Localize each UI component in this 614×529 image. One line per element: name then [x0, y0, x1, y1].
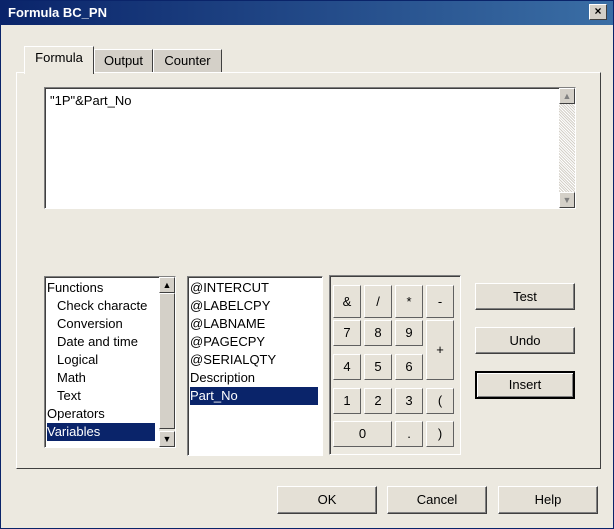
scroll-up-icon[interactable]: ▲: [159, 277, 175, 293]
list-item[interactable]: Functions: [47, 279, 103, 297]
formula-scrollbar[interactable]: ▲ ▼: [559, 88, 575, 208]
formula-dialog: Formula BC_PN × Formula Output Counter "…: [0, 0, 614, 529]
scroll-down-icon[interactable]: ▼: [559, 192, 575, 208]
window-title: Formula BC_PN: [8, 5, 107, 20]
key-plus[interactable]: +: [426, 320, 454, 380]
ok-button[interactable]: OK: [277, 486, 377, 514]
key-1[interactable]: 1: [333, 388, 361, 414]
list-item[interactable]: Date and time: [57, 333, 138, 351]
key-decimal[interactable]: .: [395, 421, 423, 447]
list-item[interactable]: Operators: [47, 405, 105, 423]
formula-text: "1P"&Part_No: [50, 93, 132, 108]
formula-editor[interactable]: "1P"&Part_No ▲ ▼: [44, 87, 576, 209]
key-9[interactable]: 9: [395, 320, 423, 346]
key-8[interactable]: 8: [364, 320, 392, 346]
list-item[interactable]: Logical: [57, 351, 98, 369]
key-open-paren[interactable]: (: [426, 388, 454, 414]
list-item-selected[interactable]: Part_No: [190, 387, 318, 405]
key-minus[interactable]: -: [426, 285, 454, 318]
help-button[interactable]: Help: [498, 486, 598, 514]
title-bar[interactable]: Formula BC_PN ×: [1, 1, 613, 25]
key-divide[interactable]: /: [364, 285, 392, 318]
key-7[interactable]: 7: [333, 320, 361, 346]
tab-output[interactable]: Output: [94, 49, 153, 74]
list-item[interactable]: @LABELCPY: [190, 297, 270, 315]
key-multiply[interactable]: *: [395, 285, 423, 318]
undo-button[interactable]: Undo: [475, 327, 575, 354]
list-item[interactable]: @SERIALQTY: [190, 351, 276, 369]
key-6[interactable]: 6: [395, 354, 423, 380]
list-item[interactable]: Conversion: [57, 315, 123, 333]
tab-counter[interactable]: Counter: [153, 49, 222, 74]
key-ampersand[interactable]: &: [333, 285, 361, 318]
list-item[interactable]: @INTERCUT: [190, 279, 269, 297]
key-5[interactable]: 5: [364, 354, 392, 380]
key-2[interactable]: 2: [364, 388, 392, 414]
list-item[interactable]: Math: [57, 369, 86, 387]
scroll-down-icon[interactable]: ▼: [159, 431, 175, 447]
insert-button[interactable]: Insert: [475, 371, 575, 399]
list-item[interactable]: Text: [57, 387, 81, 405]
close-button[interactable]: ×: [589, 4, 607, 20]
list-item[interactable]: Check characte: [57, 297, 147, 315]
scroll-thumb[interactable]: [159, 293, 175, 429]
key-4[interactable]: 4: [333, 354, 361, 380]
list-item-selected[interactable]: Variables: [47, 423, 155, 441]
cancel-button[interactable]: Cancel: [387, 486, 487, 514]
list-item[interactable]: @LABNAME: [190, 315, 265, 333]
categories-list[interactable]: Functions Check characte Conversion Date…: [44, 276, 176, 448]
test-button[interactable]: Test: [475, 283, 575, 310]
list-item[interactable]: @PAGECPY: [190, 333, 265, 351]
list-item[interactable]: Description: [190, 369, 255, 387]
operator-keypad: & / * - 7 8 9 + 4 5 6 1 2 3 ( 0 . ): [329, 275, 461, 455]
variables-list[interactable]: @INTERCUT @LABELCPY @LABNAME @PAGECPY @S…: [187, 276, 323, 456]
categories-scrollbar[interactable]: ▲ ▼: [159, 277, 175, 447]
tab-formula[interactable]: Formula: [24, 46, 94, 74]
key-0[interactable]: 0: [333, 421, 392, 447]
scroll-up-icon[interactable]: ▲: [559, 88, 575, 104]
key-3[interactable]: 3: [395, 388, 423, 414]
key-close-paren[interactable]: ): [426, 421, 454, 447]
